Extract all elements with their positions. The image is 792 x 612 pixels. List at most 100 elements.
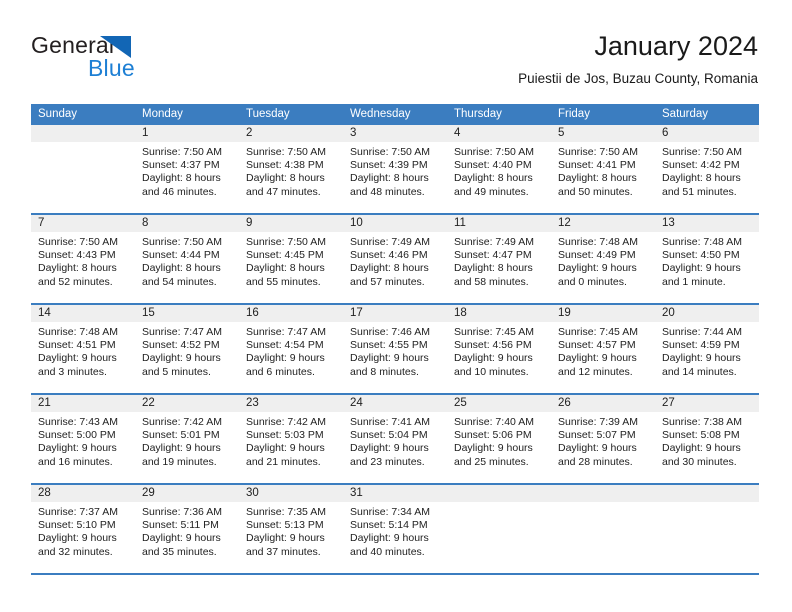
day-cell[interactable]: 12 Sunrise: 7:48 AM Sunset: 4:49 PM Dayl… — [551, 215, 655, 303]
daylight-text-line2: and 55 minutes. — [246, 275, 321, 288]
day-number: 25 — [447, 395, 551, 412]
daylight-text-line2: and 32 minutes. — [38, 545, 113, 558]
day-cell[interactable]: 29 Sunrise: 7:36 AM Sunset: 5:11 PM Dayl… — [135, 485, 239, 573]
calendar-grid: Sunday Monday Tuesday Wednesday Thursday… — [31, 104, 759, 575]
day-cell[interactable]: 14 Sunrise: 7:48 AM Sunset: 4:51 PM Dayl… — [31, 305, 135, 393]
day-cell[interactable] — [551, 485, 655, 573]
day-cell[interactable]: 6 Sunrise: 7:50 AM Sunset: 4:42 PM Dayli… — [655, 125, 759, 213]
daylight-text-line2: and 8 minutes. — [350, 365, 419, 378]
day-cell[interactable]: 30 Sunrise: 7:35 AM Sunset: 5:13 PM Dayl… — [239, 485, 343, 573]
day-cell[interactable]: 23 Sunrise: 7:42 AM Sunset: 5:03 PM Dayl… — [239, 395, 343, 483]
day-cell[interactable]: 26 Sunrise: 7:39 AM Sunset: 5:07 PM Dayl… — [551, 395, 655, 483]
day-cell[interactable]: 9 Sunrise: 7:50 AM Sunset: 4:45 PM Dayli… — [239, 215, 343, 303]
weekday-header-row: Sunday Monday Tuesday Wednesday Thursday… — [31, 104, 759, 125]
day-cell[interactable]: 4 Sunrise: 7:50 AM Sunset: 4:40 PM Dayli… — [447, 125, 551, 213]
day-number: 29 — [135, 485, 239, 502]
day-cell[interactable]: 10 Sunrise: 7:49 AM Sunset: 4:46 PM Dayl… — [343, 215, 447, 303]
day-cell[interactable]: 8 Sunrise: 7:50 AM Sunset: 4:44 PM Dayli… — [135, 215, 239, 303]
day-cell[interactable] — [655, 485, 759, 573]
day-details: Sunrise: 7:50 AM Sunset: 4:44 PM Dayligh… — [135, 232, 239, 289]
sunset-text: Sunset: 5:08 PM — [662, 429, 740, 442]
day-cell[interactable]: 21 Sunrise: 7:43 AM Sunset: 5:00 PM Dayl… — [31, 395, 135, 483]
sunset-text: Sunset: 4:39 PM — [350, 159, 428, 172]
sunset-text: Sunset: 4:51 PM — [38, 339, 116, 352]
day-number: 9 — [239, 215, 343, 232]
day-number — [447, 485, 551, 502]
daylight-text-line2: and 54 minutes. — [142, 275, 217, 288]
day-cell[interactable]: 17 Sunrise: 7:46 AM Sunset: 4:55 PM Dayl… — [343, 305, 447, 393]
daylight-text-line1: Daylight: 8 hours — [246, 172, 325, 185]
day-cell[interactable]: 27 Sunrise: 7:38 AM Sunset: 5:08 PM Dayl… — [655, 395, 759, 483]
day-cell[interactable]: 31 Sunrise: 7:34 AM Sunset: 5:14 PM Dayl… — [343, 485, 447, 573]
daylight-text-line1: Daylight: 9 hours — [558, 352, 637, 365]
day-cell[interactable]: 2 Sunrise: 7:50 AM Sunset: 4:38 PM Dayli… — [239, 125, 343, 213]
daylight-text-line2: and 10 minutes. — [454, 365, 529, 378]
daylight-text-line2: and 19 minutes. — [142, 455, 217, 468]
daylight-text-line2: and 5 minutes. — [142, 365, 211, 378]
day-details: Sunrise: 7:47 AM Sunset: 4:52 PM Dayligh… — [135, 322, 239, 379]
day-number: 16 — [239, 305, 343, 322]
day-number: 20 — [655, 305, 759, 322]
day-details: Sunrise: 7:38 AM Sunset: 5:08 PM Dayligh… — [655, 412, 759, 469]
day-cell[interactable]: 19 Sunrise: 7:45 AM Sunset: 4:57 PM Dayl… — [551, 305, 655, 393]
day-cell[interactable]: 3 Sunrise: 7:50 AM Sunset: 4:39 PM Dayli… — [343, 125, 447, 213]
day-number: 10 — [343, 215, 447, 232]
day-cell[interactable]: 5 Sunrise: 7:50 AM Sunset: 4:41 PM Dayli… — [551, 125, 655, 213]
daylight-text-line1: Daylight: 9 hours — [350, 352, 429, 365]
sunset-text: Sunset: 5:11 PM — [142, 519, 219, 532]
sunrise-text: Sunrise: 7:45 AM — [558, 326, 638, 338]
daylight-text-line1: Daylight: 8 hours — [454, 262, 533, 275]
sunrise-text: Sunrise: 7:35 AM — [246, 506, 326, 518]
day-cell[interactable] — [31, 125, 135, 213]
day-cell[interactable]: 7 Sunrise: 7:50 AM Sunset: 4:43 PM Dayli… — [31, 215, 135, 303]
sunrise-text: Sunrise: 7:50 AM — [454, 146, 534, 158]
day-cell[interactable] — [447, 485, 551, 573]
day-cell[interactable]: 15 Sunrise: 7:47 AM Sunset: 4:52 PM Dayl… — [135, 305, 239, 393]
day-details: Sunrise: 7:50 AM Sunset: 4:37 PM Dayligh… — [135, 142, 239, 199]
sunset-text: Sunset: 4:54 PM — [246, 339, 324, 352]
day-details: Sunrise: 7:50 AM Sunset: 4:38 PM Dayligh… — [239, 142, 343, 199]
sunset-text: Sunset: 4:45 PM — [246, 249, 324, 262]
day-cell[interactable]: 1 Sunrise: 7:50 AM Sunset: 4:37 PM Dayli… — [135, 125, 239, 213]
day-details: Sunrise: 7:42 AM Sunset: 5:01 PM Dayligh… — [135, 412, 239, 469]
day-number: 4 — [447, 125, 551, 142]
sunset-text: Sunset: 5:00 PM — [38, 429, 116, 442]
daylight-text-line2: and 49 minutes. — [454, 185, 529, 198]
weekday-header-tuesday: Tuesday — [246, 108, 290, 120]
sunset-text: Sunset: 5:13 PM — [246, 519, 324, 532]
daylight-text-line2: and 50 minutes. — [558, 185, 633, 198]
day-number: 17 — [343, 305, 447, 322]
day-details: Sunrise: 7:36 AM Sunset: 5:11 PM Dayligh… — [135, 502, 239, 559]
day-cell[interactable]: 18 Sunrise: 7:45 AM Sunset: 4:56 PM Dayl… — [447, 305, 551, 393]
day-cell[interactable]: 16 Sunrise: 7:47 AM Sunset: 4:54 PM Dayl… — [239, 305, 343, 393]
daylight-text-line1: Daylight: 9 hours — [38, 532, 117, 545]
day-number: 2 — [239, 125, 343, 142]
day-details: Sunrise: 7:34 AM Sunset: 5:14 PM Dayligh… — [343, 502, 447, 559]
weekday-header-saturday: Saturday — [662, 108, 709, 120]
daylight-text-line1: Daylight: 9 hours — [454, 352, 533, 365]
sunset-text: Sunset: 5:10 PM — [38, 519, 116, 532]
day-cell[interactable]: 20 Sunrise: 7:44 AM Sunset: 4:59 PM Dayl… — [655, 305, 759, 393]
day-number: 28 — [31, 485, 135, 502]
day-cell[interactable]: 11 Sunrise: 7:49 AM Sunset: 4:47 PM Dayl… — [447, 215, 551, 303]
sunrise-text: Sunrise: 7:45 AM — [454, 326, 534, 338]
sunrise-text: Sunrise: 7:50 AM — [246, 146, 326, 158]
week-row: 21 Sunrise: 7:43 AM Sunset: 5:00 PM Dayl… — [31, 395, 759, 485]
sunrise-text: Sunrise: 7:34 AM — [350, 506, 430, 518]
day-number: 12 — [551, 215, 655, 232]
page-header: General Blue January 2024 Puiestii de Jo… — [0, 0, 792, 104]
sunrise-text: Sunrise: 7:46 AM — [350, 326, 430, 338]
sunset-text: Sunset: 4:46 PM — [350, 249, 428, 262]
sunset-text: Sunset: 4:42 PM — [662, 159, 740, 172]
day-cell[interactable]: 28 Sunrise: 7:37 AM Sunset: 5:10 PM Dayl… — [31, 485, 135, 573]
sunset-text: Sunset: 5:04 PM — [350, 429, 428, 442]
day-number — [655, 485, 759, 502]
day-number: 6 — [655, 125, 759, 142]
day-cell[interactable]: 25 Sunrise: 7:40 AM Sunset: 5:06 PM Dayl… — [447, 395, 551, 483]
day-number: 18 — [447, 305, 551, 322]
day-number: 30 — [239, 485, 343, 502]
day-cell[interactable]: 24 Sunrise: 7:41 AM Sunset: 5:04 PM Dayl… — [343, 395, 447, 483]
day-cell[interactable]: 22 Sunrise: 7:42 AM Sunset: 5:01 PM Dayl… — [135, 395, 239, 483]
general-blue-logo: General Blue — [31, 32, 261, 87]
day-cell[interactable]: 13 Sunrise: 7:48 AM Sunset: 4:50 PM Dayl… — [655, 215, 759, 303]
